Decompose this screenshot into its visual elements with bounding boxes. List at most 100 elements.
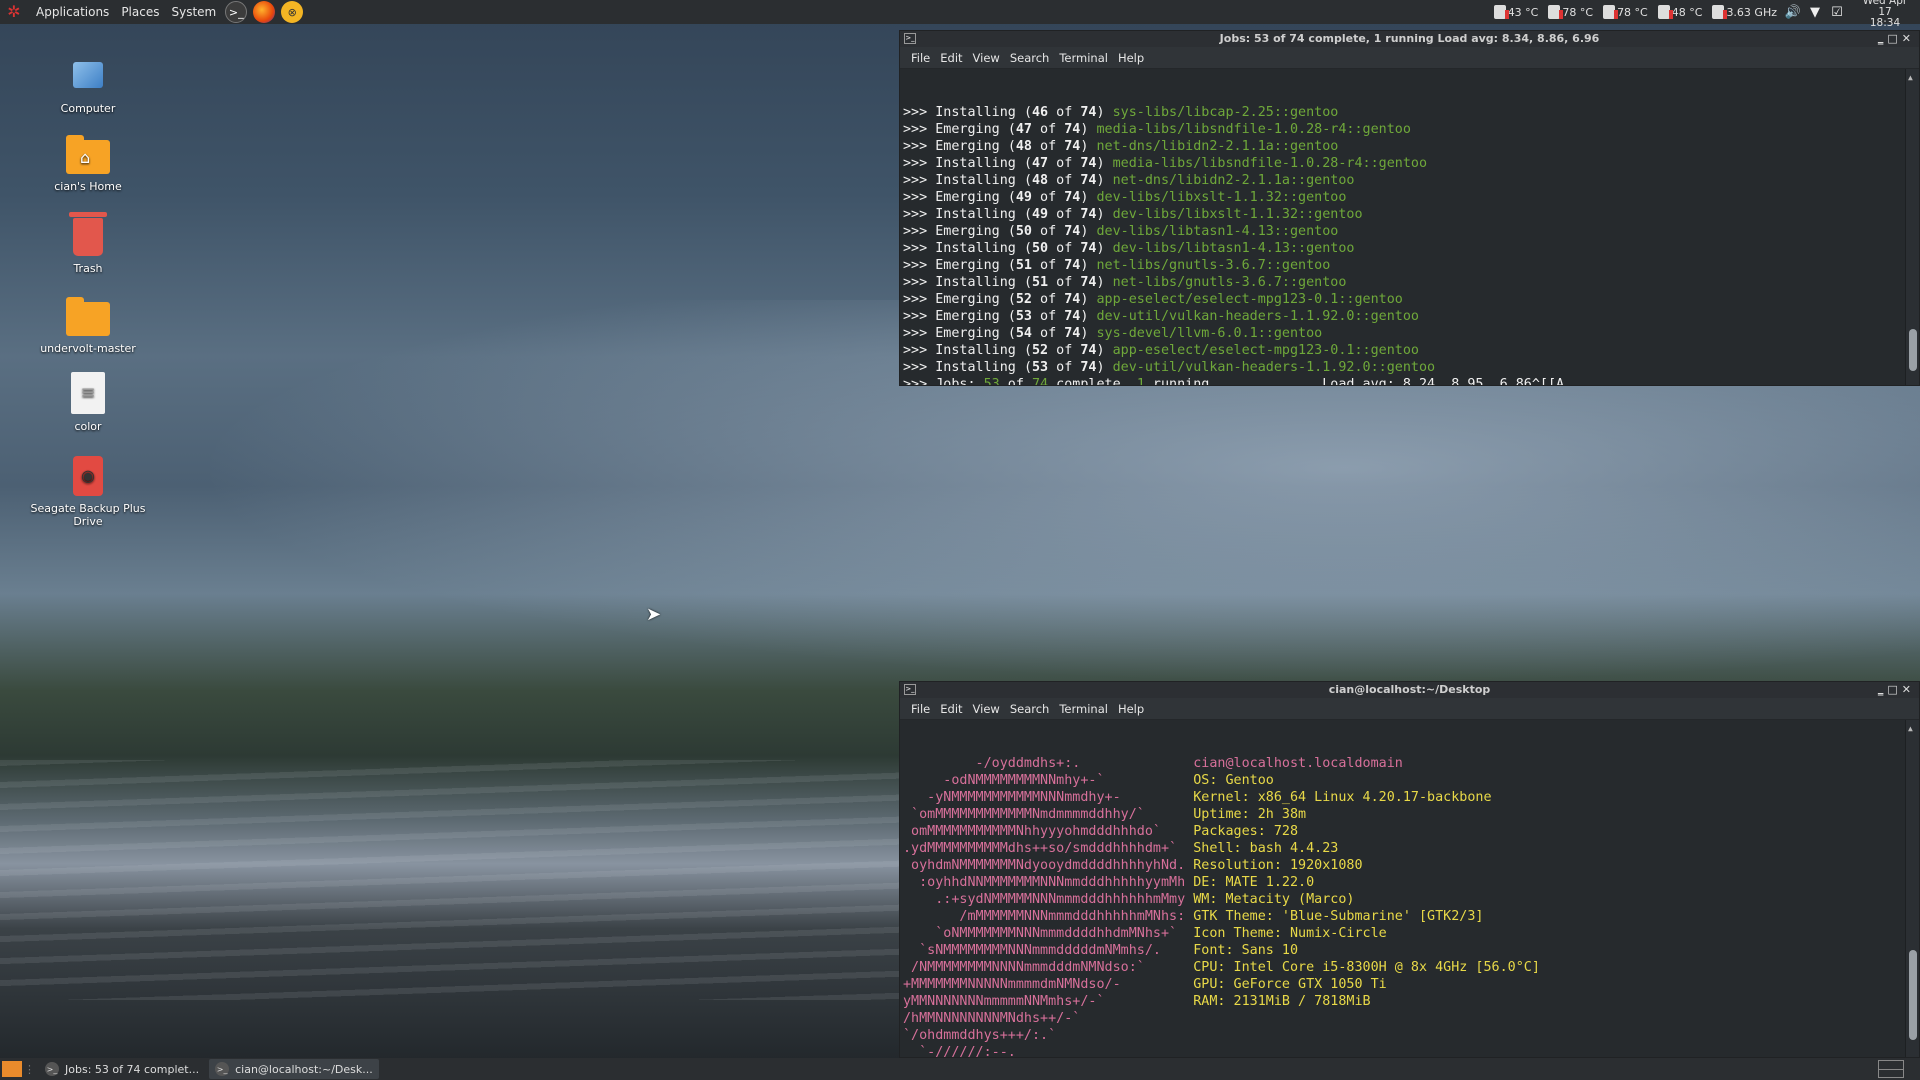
paren: ( <box>1007 122 1016 137</box>
paren: ( <box>1007 292 1016 307</box>
menu-view[interactable]: View <box>968 702 1005 716</box>
scrollbar[interactable]: ▲ <box>1905 720 1919 1057</box>
emerge-verb: Emerging <box>935 309 1008 324</box>
window-controls[interactable]: ‗□✕ <box>1878 31 1915 47</box>
temp-sensor-1[interactable]: 43 °C <box>1491 5 1542 19</box>
taskbar-item-emerge[interactable]: >_ Jobs: 53 of 74 complet... <box>39 1059 205 1079</box>
info-key: Shell: <box>1193 841 1250 856</box>
info-key: Packages: <box>1193 824 1274 839</box>
menu-search[interactable]: Search <box>1005 51 1055 65</box>
distro-logo-icon[interactable]: ✲ <box>4 2 24 22</box>
window-controls[interactable]: ‗□✕ <box>1878 682 1915 698</box>
fetch-line: `-//////:--. <box>903 1044 1919 1057</box>
emerge-total: 74 <box>1080 173 1097 188</box>
info-key: Resolution: <box>1193 858 1290 873</box>
prompt-arrows: >>> <box>903 241 936 256</box>
menu-edit[interactable]: Edit <box>935 51 967 65</box>
emerge-total: 74 <box>1064 122 1081 137</box>
scrollbar[interactable]: ▲ <box>1905 69 1919 385</box>
scroll-up-icon[interactable]: ▲ <box>1908 69 1913 86</box>
fetch-line: yMMNNNNNNNmmmmmNNMmhs+/-` RAM: 2131MiB /… <box>903 993 1919 1010</box>
menu-applications[interactable]: Applications <box>30 0 115 24</box>
menu-view[interactable]: View <box>968 51 1005 65</box>
emerge-count: 53 <box>1015 309 1032 324</box>
clock[interactable]: Wed Apr 17 18:34 <box>1850 0 1920 29</box>
menu-terminal[interactable]: Terminal <box>1054 51 1113 65</box>
chip-icon <box>1657 5 1673 19</box>
volume-icon[interactable]: 🔊 <box>1784 3 1802 21</box>
menu-edit[interactable]: Edit <box>935 702 967 716</box>
app-launcher-icon[interactable]: ⊗ <box>281 1 304 23</box>
emerge-verb: Installing <box>935 105 1024 120</box>
fetch-line: `omMMMMMMMMMMMMNmdmmmmddhhy/` Uptime: 2h… <box>903 806 1919 823</box>
terminal-output[interactable]: -/oyddmdhs+:. cian@localhost.localdomain… <box>900 720 1919 1057</box>
desktop-icon-home[interactable]: ⌂ cian's Home <box>24 134 152 193</box>
emerge-line: >>> Installing (50 of 74) dev-libs/libta… <box>903 240 1919 257</box>
package-name: sys-libs/libcap-2.25::gentoo <box>1112 105 1339 120</box>
temp-sensor-2[interactable]: 78 °C <box>1545 5 1596 19</box>
jobs-line: >>> Jobs: 53 of 74 complete, 1 running L… <box>903 376 1919 385</box>
desktop-icon-seagate[interactable]: Seagate Backup Plus Drive <box>24 456 152 528</box>
of: of <box>1048 275 1081 290</box>
emerge-line: >>> Installing (53 of 74) dev-util/vulka… <box>903 359 1919 376</box>
temp-sensor-4[interactable]: 48 °C <box>1655 5 1706 19</box>
taskbar-label: cian@localhost:~/Desk... <box>235 1062 373 1076</box>
terminal-launcher-icon[interactable]: >_ <box>225 1 248 23</box>
window-titlebar[interactable]: >_ Jobs: 53 of 74 complete, 1 running Lo… <box>900 31 1919 47</box>
menu-file[interactable]: File <box>906 702 935 716</box>
update-icon[interactable]: ☑ <box>1828 3 1846 21</box>
terminal-window-desktop[interactable]: >_ cian@localhost:~/Desktop ‗□✕ File Edi… <box>899 681 1920 1058</box>
paren: ( <box>1007 190 1016 205</box>
workspace-switcher[interactable] <box>1878 1060 1904 1078</box>
paren: ( <box>1023 343 1032 358</box>
firefox-launcher-icon[interactable] <box>253 1 276 23</box>
desktop-icon-trash[interactable]: Trash <box>24 212 152 275</box>
menu-terminal[interactable]: Terminal <box>1054 702 1113 716</box>
bottom-panel: ⋮ >_ Jobs: 53 of 74 complet... >_ cian@l… <box>0 1058 1920 1080</box>
emerge-count: 49 <box>1015 190 1032 205</box>
fetch-line: -odNMMMMMMMMNNmhy+-` OS: Gentoo <box>903 772 1919 789</box>
window-titlebar[interactable]: >_ cian@localhost:~/Desktop ‗□✕ <box>900 682 1919 698</box>
prompt-arrows: >>> <box>903 105 936 120</box>
desktop-icon-color[interactable]: color <box>24 372 152 433</box>
desktop-icon-undervolt[interactable]: undervolt-master <box>24 296 152 355</box>
paren: ) <box>1096 275 1113 290</box>
taskbar-item-desktop[interactable]: >_ cian@localhost:~/Desk... <box>209 1059 379 1079</box>
prompt-arrows: >>> <box>903 122 936 137</box>
menu-system[interactable]: System <box>165 0 222 24</box>
menu-search[interactable]: Search <box>1005 702 1055 716</box>
of: of <box>1048 105 1081 120</box>
temp-sensor-3[interactable]: 78 °C <box>1600 5 1651 19</box>
emerge-count: 52 <box>1032 343 1049 358</box>
menu-file[interactable]: File <box>906 51 935 65</box>
terminal-menubar: File Edit View Search Terminal Help <box>900 698 1919 720</box>
show-desktop-icon[interactable] <box>2 1061 22 1077</box>
info-key: Uptime: <box>1193 807 1258 822</box>
scroll-thumb[interactable] <box>1909 329 1917 371</box>
scroll-up-icon[interactable]: ▲ <box>1908 720 1913 737</box>
scroll-thumb[interactable] <box>1909 950 1917 1040</box>
emerge-line: >>> Emerging (52 of 74) app-eselect/esel… <box>903 291 1919 308</box>
emerge-count: 54 <box>1015 326 1032 341</box>
ascii-logo-line: `oNMMMMMMMNNNmmmddddhhdmMNhs+` <box>903 926 1194 941</box>
prompt-arrows: >>> <box>903 156 936 171</box>
of: of <box>1032 139 1065 154</box>
emerge-count: 47 <box>1015 122 1032 137</box>
of: of <box>1032 224 1065 239</box>
emerge-verb: Installing <box>935 156 1024 171</box>
menu-help[interactable]: Help <box>1113 702 1149 716</box>
package-name: dev-libs/libxslt-1.1.32::gentoo <box>1112 207 1363 222</box>
emerge-count: 49 <box>1032 207 1049 222</box>
wifi-icon[interactable]: ▼ <box>1806 3 1824 21</box>
fetch-line: +MMMMMMMNNNNNmmmmdmNMNdso/- GPU: GeForce… <box>903 976 1919 993</box>
terminal-window-emerge[interactable]: >_ Jobs: 53 of 74 complete, 1 running Lo… <box>899 30 1920 386</box>
paren: ) <box>1096 173 1113 188</box>
paren: ( <box>1023 275 1032 290</box>
desktop-icon-computer[interactable]: Computer <box>24 52 152 115</box>
menu-help[interactable]: Help <box>1113 51 1149 65</box>
terminal-output[interactable]: >>> Installing (46 of 74) sys-libs/libca… <box>900 69 1919 385</box>
cpu-freq[interactable]: 3.63 GHz <box>1709 5 1780 19</box>
package-name: dev-util/vulkan-headers-1.1.92.0::gentoo <box>1112 360 1436 375</box>
menu-places[interactable]: Places <box>115 0 165 24</box>
emerge-total: 74 <box>1064 139 1081 154</box>
